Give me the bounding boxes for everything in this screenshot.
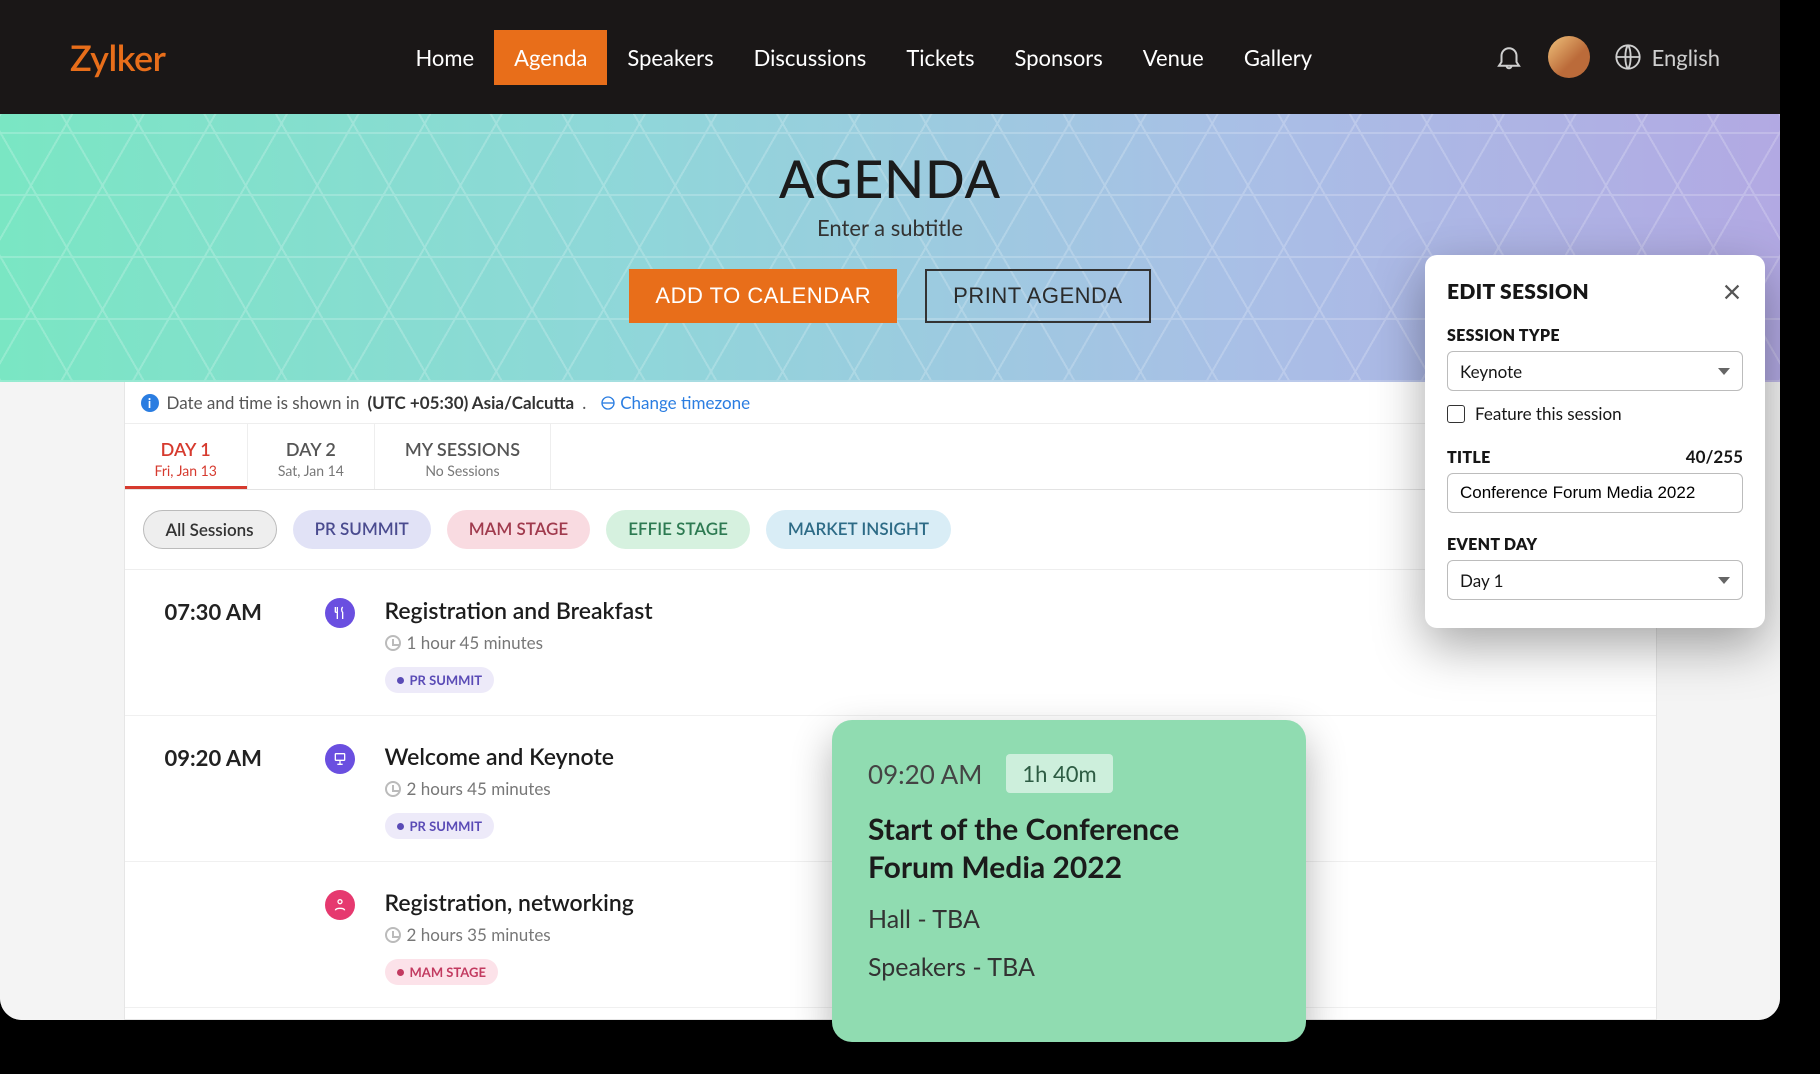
session-tag: MAM STAGE — [385, 959, 498, 985]
feature-session-label: Feature this session — [1475, 403, 1622, 424]
nav-venue[interactable]: Venue — [1123, 30, 1224, 85]
language-picker[interactable]: English — [1614, 43, 1720, 71]
nav-agenda[interactable]: Agenda — [494, 30, 607, 85]
edit-panel-header: EDIT SESSION — [1447, 279, 1743, 304]
tz-prefix: Date and time is shown in — [167, 392, 360, 413]
day-tab-1-label: DAY 1 — [155, 438, 217, 460]
filter-pr-summit[interactable]: PR SUMMIT — [293, 510, 431, 549]
food-icon — [325, 598, 355, 628]
clock-icon — [385, 781, 401, 797]
brand-logo: Zylker — [70, 35, 165, 79]
day-tab-mysessions[interactable]: MY SESSIONS No Sessions — [375, 424, 551, 489]
session-preview-card[interactable]: 09:20 AM 1h 40m Start of the Conference … — [832, 720, 1306, 1042]
session-tags: PR SUMMIT — [385, 667, 1616, 693]
day-tab-my-label: MY SESSIONS — [405, 438, 520, 460]
session-type-select[interactable]: Keynote — [1447, 351, 1743, 391]
tz-suffix: . — [582, 392, 586, 413]
nav-sponsors[interactable]: Sponsors — [995, 30, 1123, 85]
session-duration-text: 1 hour 45 minutes — [407, 632, 544, 653]
session-duration-text: 2 hours 35 minutes — [407, 924, 551, 945]
preview-row-1: 09:20 AM 1h 40m — [868, 754, 1270, 793]
clock-icon — [385, 635, 401, 651]
page-title: AGENDA — [0, 148, 1780, 210]
bell-icon[interactable] — [1494, 42, 1524, 72]
title-char-count: 40/255 — [1686, 446, 1743, 467]
session-duration-text: 2 hours 45 minutes — [407, 778, 551, 799]
title-field-header: TITLE 40/255 — [1447, 446, 1743, 467]
day-tab-my-sub: No Sessions — [405, 462, 520, 479]
event-day-value: Day 1 — [1460, 570, 1504, 591]
session-tag: PR SUMMIT — [385, 667, 495, 693]
filter-market-insight[interactable]: MARKET INSIGHT — [766, 510, 951, 549]
nav-tickets[interactable]: Tickets — [886, 30, 994, 85]
preview-duration-badge: 1h 40m — [1006, 754, 1112, 793]
session-type-value: Keynote — [1460, 361, 1522, 382]
filter-effie-stage[interactable]: EFFIE STAGE — [606, 510, 750, 549]
add-to-calendar-button[interactable]: ADD TO CALENDAR — [629, 269, 897, 323]
nav-gallery[interactable]: Gallery — [1224, 30, 1332, 85]
topnav-right: English — [1494, 36, 1720, 78]
change-timezone-link[interactable]: Change timezone — [600, 392, 750, 413]
day-tab-2-label: DAY 2 — [278, 438, 344, 460]
session-tag: PR SUMMIT — [385, 813, 495, 839]
event-day-select[interactable]: Day 1 — [1447, 560, 1743, 600]
title-label: TITLE — [1447, 448, 1491, 467]
filter-all-sessions[interactable]: All Sessions — [143, 510, 277, 549]
globe-icon — [1614, 43, 1642, 71]
checkbox-box — [1447, 405, 1465, 423]
keynote-icon — [325, 744, 355, 774]
session-time — [165, 888, 295, 985]
day-tab-1-sub: Fri, Jan 13 — [155, 462, 217, 479]
chevron-down-icon — [1718, 368, 1730, 375]
filter-mam-stage[interactable]: MAM STAGE — [447, 510, 590, 549]
close-icon[interactable] — [1721, 281, 1743, 303]
nav-discussions[interactable]: Discussions — [734, 30, 887, 85]
session-duration: 1 hour 45 minutes — [385, 632, 1616, 653]
edit-panel-title: EDIT SESSION — [1447, 279, 1589, 304]
preview-speakers: Speakers - TBA — [868, 952, 1270, 982]
top-nav: Zylker Home Agenda Speakers Discussions … — [0, 0, 1780, 114]
change-timezone-label: Change timezone — [620, 392, 750, 413]
day-tab-1[interactable]: DAY 1 Fri, Jan 13 — [125, 424, 248, 489]
session-time: 09:20 AM — [165, 742, 295, 839]
edit-session-panel: EDIT SESSION SESSION TYPE Keynote Featur… — [1425, 255, 1765, 628]
network-icon — [325, 890, 355, 920]
event-day-label: EVENT DAY — [1447, 535, 1743, 554]
clock-icon — [385, 927, 401, 943]
session-time: 07:30 AM — [165, 596, 295, 693]
tz-value: (UTC +05:30) Asia/Calcutta — [367, 392, 574, 413]
nav-speakers[interactable]: Speakers — [607, 30, 733, 85]
nav-home[interactable]: Home — [395, 30, 494, 85]
session-type-label: SESSION TYPE — [1447, 326, 1743, 345]
preview-hall: Hall - TBA — [868, 904, 1270, 934]
print-agenda-button[interactable]: PRINT AGENDA — [925, 269, 1150, 323]
language-label: English — [1652, 44, 1720, 71]
preview-time: 09:20 AM — [868, 758, 982, 790]
day-tab-2-sub: Sat, Jan 14 — [278, 462, 344, 479]
nav-links: Home Agenda Speakers Discussions Tickets… — [395, 30, 1332, 85]
avatar[interactable] — [1548, 36, 1590, 78]
feature-session-checkbox[interactable]: Feature this session — [1447, 403, 1743, 424]
info-icon: i — [141, 394, 159, 412]
preview-title: Start of the Conference Forum Media 2022 — [868, 811, 1270, 886]
chevron-down-icon — [1718, 577, 1730, 584]
title-input[interactable] — [1447, 473, 1743, 513]
day-tab-2[interactable]: DAY 2 Sat, Jan 14 — [248, 424, 375, 489]
page-subtitle: Enter a subtitle — [0, 214, 1780, 241]
